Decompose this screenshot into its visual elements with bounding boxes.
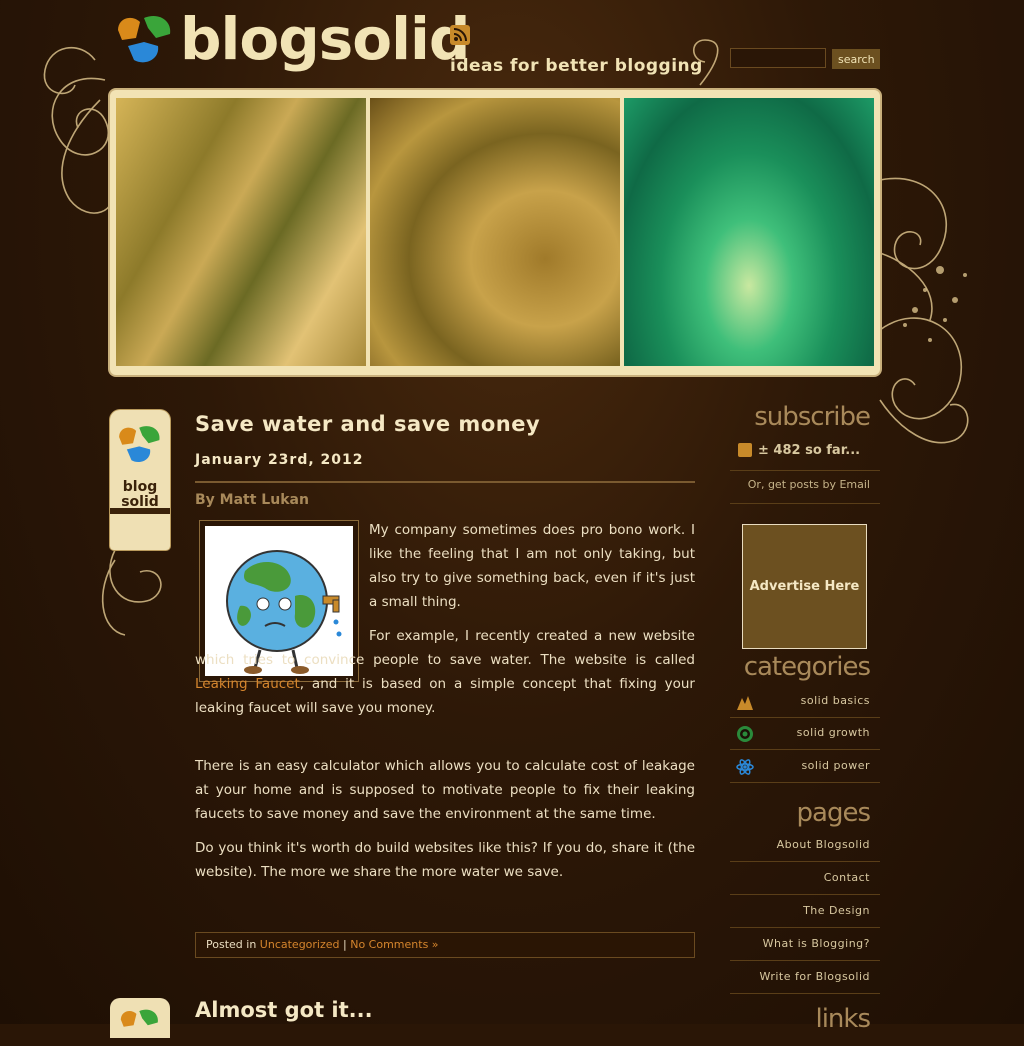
- links-heading: links: [815, 1004, 871, 1034]
- post-divider: [195, 481, 695, 483]
- page-link-label: About Blogsolid: [776, 838, 870, 851]
- post-title[interactable]: Save water and save money: [195, 412, 540, 436]
- logo-text[interactable]: blogsolid: [180, 4, 470, 74]
- category-label: solid growth: [796, 726, 870, 739]
- page-link-design[interactable]: The Design: [730, 895, 880, 928]
- email-subscribe-link[interactable]: Or, get posts by Email: [730, 478, 870, 491]
- post-paragraph-3: There is an easy calculator which allows…: [195, 758, 695, 822]
- post-paragraph-4: Do you think it's worth do build website…: [195, 840, 695, 880]
- comments-link[interactable]: No Comments »: [350, 938, 438, 951]
- category-item-solid-basics[interactable]: solid basics: [730, 686, 880, 718]
- sidebar-divider: [730, 503, 880, 504]
- post-paragraph-2-text-before: For example, I recently created a new we…: [195, 628, 695, 668]
- tagline: ideas for better blogging: [450, 56, 703, 76]
- header-banner: [110, 90, 880, 375]
- post-badge: blog solid: [110, 410, 170, 550]
- post-meta: Posted in Uncategorized | No Comments »: [195, 932, 695, 958]
- post-meta-separator: |: [339, 938, 351, 951]
- category-item-solid-growth[interactable]: solid growth: [730, 718, 880, 750]
- page-link-what-is-blogging[interactable]: What is Blogging?: [730, 928, 880, 961]
- page-link-label: What is Blogging?: [762, 937, 870, 950]
- page-link-label: The Design: [803, 904, 870, 917]
- category-link[interactable]: Uncategorized: [260, 938, 340, 951]
- page-link-label: Contact: [823, 871, 870, 884]
- advertise-label: Advertise Here: [749, 579, 860, 594]
- banner-image-wave: [624, 98, 874, 366]
- atom-icon: [736, 759, 754, 775]
- advertise-box[interactable]: Advertise Here: [742, 524, 867, 649]
- category-label: solid basics: [800, 694, 870, 707]
- categories-heading: categories: [743, 652, 871, 682]
- badge-label-line1: blog: [122, 479, 158, 495]
- page-link-write[interactable]: Write for Blogsolid: [730, 961, 880, 994]
- badge-logo-icon: [119, 426, 160, 463]
- sidebar-divider: [730, 470, 880, 471]
- badge-divider: [110, 508, 170, 514]
- category-item-solid-power[interactable]: solid power: [730, 751, 880, 783]
- search-button[interactable]: search: [832, 49, 880, 69]
- page-link-contact[interactable]: Contact: [730, 862, 880, 895]
- logo-icon[interactable]: [114, 12, 176, 66]
- rss-icon[interactable]: [450, 25, 470, 45]
- subscriber-count-text: ± 482 so far...: [758, 443, 861, 458]
- search-input[interactable]: [730, 48, 826, 68]
- leaking-faucet-link[interactable]: Leaking Faucet: [195, 676, 300, 692]
- post-badge-2: [110, 998, 170, 1038]
- post-date: January 23rd, 2012: [195, 452, 364, 468]
- category-label: solid power: [801, 759, 870, 772]
- banner-image-wood: [370, 98, 620, 366]
- post-paragraph-2: For example, I recently created a new we…: [195, 624, 695, 720]
- target-icon: [737, 726, 753, 742]
- page-link-label: Write for Blogsolid: [759, 970, 870, 983]
- banner-image-rock: [116, 98, 366, 366]
- mountain-icon: [737, 696, 753, 710]
- rss-icon-sidebar[interactable]: [738, 442, 752, 457]
- subscriber-count[interactable]: ± 482 so far...: [738, 442, 880, 469]
- badge-label: blog solid: [110, 480, 170, 510]
- badge2-logo-icon: [120, 1009, 158, 1027]
- post-paragraph-1: My company sometimes does pro bono work.…: [369, 522, 695, 610]
- subscribe-heading: subscribe: [754, 402, 871, 432]
- page-link-about[interactable]: About Blogsolid: [730, 829, 880, 862]
- post-title-2[interactable]: Almost got it...: [195, 998, 373, 1022]
- post-author: By Matt Lukan: [195, 492, 309, 508]
- pages-heading: pages: [796, 798, 871, 828]
- post-meta-prefix: Posted in: [206, 938, 260, 951]
